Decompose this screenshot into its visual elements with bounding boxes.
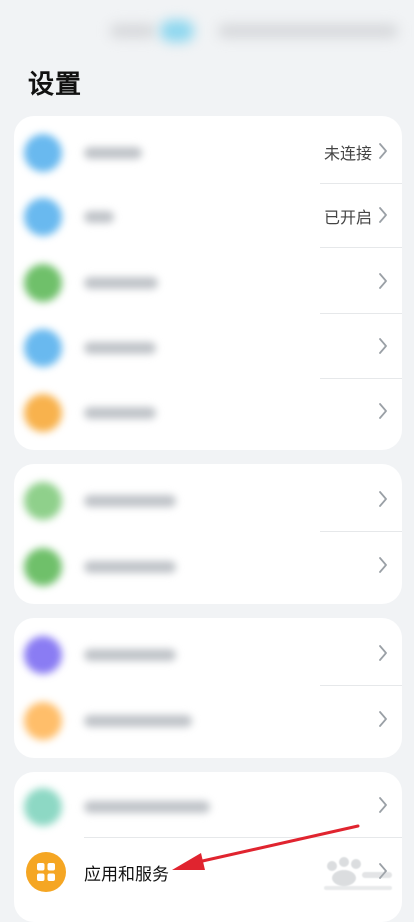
chevron-right-icon [379,207,387,223]
chevron-right-icon [379,557,387,573]
blurred-label [84,211,114,223]
blurred-label [84,801,210,813]
status-right-blur [218,24,398,38]
grid-icon [37,863,55,881]
blurred-label [84,342,156,354]
settings-group-notifications [14,618,402,758]
row-divider [320,685,402,686]
chevron-right-icon [379,143,387,159]
row-divider [320,378,402,379]
settings-row-wifi[interactable]: 未连接 [14,120,402,184]
more-connections-icon [24,329,62,367]
blurred-label [84,277,158,289]
blurred-label [84,495,176,507]
blurred-label [84,561,176,573]
bluetooth-status-value: 已开启 [323,208,372,227]
bluetooth-icon [24,198,62,236]
apps-blurred-icon [24,788,62,826]
chevron-right-icon [379,273,387,289]
desktop-wallpaper-icon [24,394,62,432]
blurred-label [84,649,176,661]
chevron-right-icon [379,338,387,354]
apps-services-icon [26,852,66,892]
display-icon [24,482,62,520]
settings-row-sound[interactable] [14,534,402,598]
sound-icon [24,548,62,586]
chevron-right-icon [379,403,387,419]
row-divider [320,531,402,532]
settings-row-wallpaper[interactable] [14,380,402,444]
row-divider [320,247,402,248]
status-icon-blur [160,20,194,42]
settings-row-blurred[interactable] [14,774,402,838]
watermark-logo [324,857,392,890]
chevron-right-icon [379,797,387,813]
settings-row-display[interactable] [14,468,402,532]
chevron-right-icon [379,491,387,507]
apps-services-label: 应用和服务 [84,865,169,885]
settings-row-bluetooth[interactable]: 已开启 [14,184,402,248]
settings-row-notifications[interactable] [14,622,402,686]
blurred-label [84,715,192,727]
status-bar [0,0,414,60]
row-divider [84,837,402,838]
settings-group-apps: 应用和服务 [14,772,402,922]
chevron-right-icon [379,711,387,727]
chevron-right-icon [379,645,387,661]
wifi-status-value: 未连接 [323,144,372,163]
blurred-label [84,147,142,159]
notifications-icon [24,636,62,674]
biometrics-icon [24,702,62,740]
settings-group-connectivity: 未连接 已开启 [14,116,402,450]
page-title: 设置 [28,70,83,100]
wifi-icon [24,134,62,172]
status-time-blur [110,24,156,38]
blurred-label [84,407,156,419]
settings-row-mobile-network[interactable] [14,250,402,314]
settings-row-biometrics[interactable] [14,688,402,752]
settings-group-display [14,464,402,604]
mobile-network-icon [24,264,62,302]
settings-row-more-connections[interactable] [14,315,402,379]
row-divider [320,313,402,314]
